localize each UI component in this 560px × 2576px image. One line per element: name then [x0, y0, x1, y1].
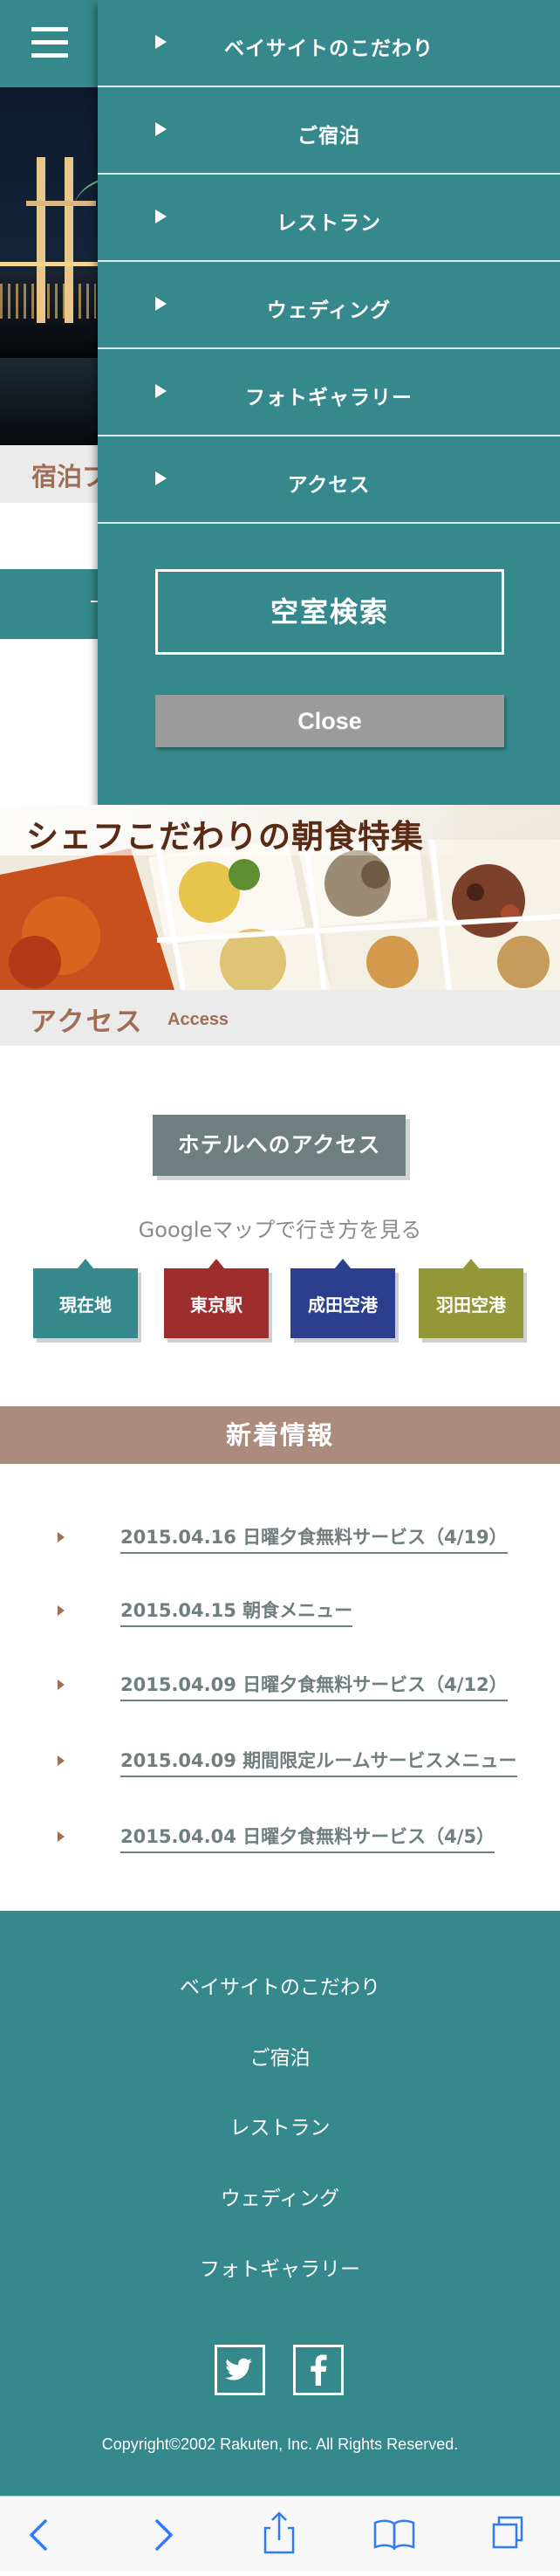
news-arrow-icon: [58, 1755, 65, 1766]
breakfast-dishes-image: [0, 840, 560, 990]
bookmarks-icon[interactable]: [359, 2497, 429, 2573]
banner-title: シェフこだわりの朝食特集: [26, 817, 424, 855]
menu-item-kodawari[interactable]: ベイサイトのこだわり: [98, 0, 560, 87]
news-link[interactable]: 2015.04.15 朝食メニュー: [120, 1597, 353, 1627]
hero-lights: [0, 284, 96, 319]
browser-toolbar: [0, 2496, 560, 2572]
news-item[interactable]: 2015.04.09 期間限定ルームサービスメニュー: [0, 1736, 560, 1789]
section-bar-title: 宿泊プ: [31, 462, 108, 491]
menu-item-stay[interactable]: ご宿泊: [98, 87, 560, 175]
news-item[interactable]: 2015.04.04 日曜夕食無料サービス（4/5）: [0, 1812, 560, 1865]
route-label: 現在地: [59, 1295, 112, 1315]
footer-link-wedding[interactable]: ウェディング: [0, 2181, 560, 2211]
share-icon[interactable]: [244, 2497, 314, 2573]
footer-link-kodawari[interactable]: ベイサイトのこだわり: [0, 1970, 560, 2000]
route-current-location-button[interactable]: 現在地: [33, 1259, 138, 1338]
route-haneda-airport-button[interactable]: 羽田空港: [419, 1259, 523, 1338]
google-map-caption: Googleマップで行き方を見る: [138, 1218, 422, 1242]
access-subtitle: Access: [167, 1010, 229, 1029]
nav-menu-panel: ベイサイトのこだわり ご宿泊 レストラン ウェディング フォトギャラリー アクセ…: [98, 0, 560, 805]
route-label: 成田空港: [308, 1295, 378, 1315]
route-notch-icon: [77, 1259, 94, 1269]
facebook-icon[interactable]: [293, 2345, 344, 2395]
menu-item-label: フォトギャラリー: [245, 387, 413, 409]
route-notch-icon: [334, 1259, 352, 1269]
news-arrow-icon: [58, 1680, 65, 1690]
route-narita-airport-button[interactable]: 成田空港: [290, 1259, 395, 1338]
menu-item-label: ご宿泊: [297, 125, 360, 148]
menu-item-wedding[interactable]: ウェディング: [98, 262, 560, 349]
hero-bridge-beam: [26, 201, 96, 206]
menu-item-photo-gallery[interactable]: フォトギャラリー: [98, 349, 560, 436]
hotel-access-button[interactable]: ホテルへのアクセス: [153, 1115, 406, 1176]
tabs-icon[interactable]: [475, 2497, 544, 2573]
footer-link-restaurant[interactable]: レストラン: [0, 2111, 560, 2140]
menu-item-label: アクセス: [287, 474, 371, 497]
news-link[interactable]: 2015.04.09 日曜夕食無料サービス（4/12）: [120, 1671, 508, 1701]
hamburger-menu-icon[interactable]: [31, 27, 68, 58]
news-item[interactable]: 2015.04.15 朝食メニュー: [0, 1586, 560, 1638]
twitter-icon[interactable]: [215, 2345, 265, 2395]
access-title: アクセス: [30, 1006, 144, 1038]
footer-link-stay[interactable]: ご宿泊: [0, 2041, 560, 2071]
news-arrow-icon: [58, 1605, 65, 1616]
menu-item-label: ウェディング: [266, 299, 392, 322]
news-link[interactable]: 2015.04.09 期間限定ルームサービスメニュー: [120, 1747, 517, 1777]
route-label: 羽田空港: [436, 1295, 506, 1315]
menu-item-label: レストラン: [277, 212, 381, 235]
news-item[interactable]: 2015.04.09 日曜夕食無料サービス（4/12）: [0, 1660, 560, 1713]
menu-item-label: ベイサイトのこだわり: [224, 38, 434, 60]
close-menu-button[interactable]: Close: [155, 695, 504, 747]
news-link[interactable]: 2015.04.16 日曜夕食無料サービス（4/19）: [120, 1523, 508, 1554]
menu-item-restaurant[interactable]: レストラン: [98, 175, 560, 262]
forward-icon[interactable]: [127, 2497, 197, 2573]
vacancy-search-button[interactable]: 空室検索: [155, 569, 504, 655]
news-arrow-icon: [58, 1532, 65, 1542]
route-notch-icon: [208, 1259, 225, 1269]
news-arrow-icon: [58, 1831, 65, 1842]
news-heading: 新着情報: [0, 1406, 560, 1464]
menu-item-access[interactable]: アクセス: [98, 436, 560, 524]
copyright-text: Copyright©2002 Rakuten, Inc. All Rights …: [101, 2435, 459, 2453]
news-link[interactable]: 2015.04.04 日曜夕食無料サービス（4/5）: [120, 1823, 495, 1853]
route-tokyo-station-button[interactable]: 東京駅: [164, 1259, 269, 1338]
back-icon[interactable]: [5, 2497, 75, 2573]
route-label: 東京駅: [190, 1295, 242, 1315]
news-item[interactable]: 2015.04.16 日曜夕食無料サービス（4/19）: [0, 1513, 560, 1565]
footer-link-photo-gallery[interactable]: フォトギャラリー: [0, 2252, 560, 2282]
route-notch-icon: [462, 1259, 480, 1269]
breakfast-banner[interactable]: シェフこだわりの朝食特集: [0, 805, 560, 990]
